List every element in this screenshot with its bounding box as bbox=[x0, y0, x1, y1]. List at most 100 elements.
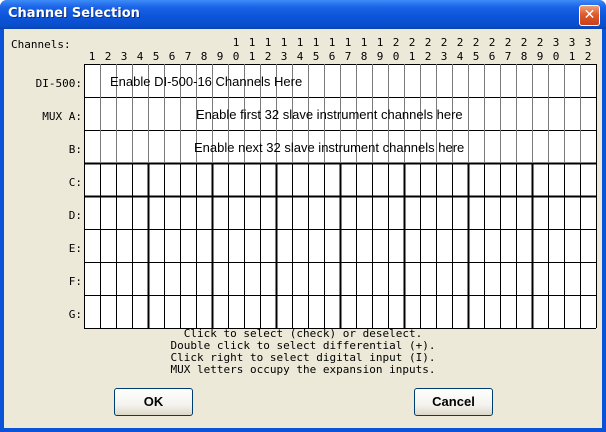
channel-cell[interactable] bbox=[580, 295, 596, 328]
channel-cell[interactable] bbox=[436, 163, 452, 196]
channel-cell[interactable] bbox=[404, 64, 420, 97]
channel-cell[interactable] bbox=[420, 163, 436, 196]
channel-cell[interactable] bbox=[436, 295, 452, 328]
channel-cell[interactable] bbox=[564, 295, 580, 328]
channel-cell[interactable] bbox=[244, 229, 260, 262]
channel-cell[interactable] bbox=[84, 130, 100, 163]
channel-cell[interactable] bbox=[116, 130, 132, 163]
channel-cell[interactable] bbox=[388, 229, 404, 262]
channel-cell[interactable] bbox=[324, 64, 340, 97]
channel-cell[interactable] bbox=[84, 262, 100, 295]
channel-cell[interactable] bbox=[516, 262, 532, 295]
channel-cell[interactable] bbox=[196, 163, 212, 196]
channel-cell[interactable] bbox=[516, 97, 532, 130]
channel-cell[interactable] bbox=[148, 130, 164, 163]
channel-cell[interactable] bbox=[100, 295, 116, 328]
channel-cell[interactable] bbox=[484, 64, 500, 97]
channel-cell[interactable] bbox=[532, 64, 548, 97]
channel-cell[interactable] bbox=[500, 262, 516, 295]
channel-cell[interactable] bbox=[276, 262, 292, 295]
channel-cell[interactable] bbox=[532, 262, 548, 295]
channel-cell[interactable] bbox=[308, 196, 324, 229]
ok-button[interactable]: OK bbox=[114, 388, 193, 416]
channel-cell[interactable] bbox=[164, 163, 180, 196]
channel-cell[interactable] bbox=[532, 229, 548, 262]
channel-cell[interactable] bbox=[372, 163, 388, 196]
channel-cell[interactable] bbox=[180, 262, 196, 295]
channel-cell[interactable] bbox=[452, 196, 468, 229]
channel-cell[interactable] bbox=[212, 262, 228, 295]
channel-cell[interactable] bbox=[276, 196, 292, 229]
channel-cell[interactable] bbox=[404, 163, 420, 196]
channel-cell[interactable] bbox=[84, 64, 100, 97]
channel-cell[interactable] bbox=[180, 97, 196, 130]
channel-cell[interactable] bbox=[500, 130, 516, 163]
channel-cell[interactable] bbox=[372, 64, 388, 97]
channel-cell[interactable] bbox=[260, 295, 276, 328]
channel-cell[interactable] bbox=[116, 97, 132, 130]
channel-cell[interactable] bbox=[164, 229, 180, 262]
channel-cell[interactable] bbox=[580, 229, 596, 262]
channel-cell[interactable] bbox=[324, 229, 340, 262]
channel-cell[interactable] bbox=[532, 97, 548, 130]
channel-cell[interactable] bbox=[84, 229, 100, 262]
channel-cell[interactable] bbox=[132, 262, 148, 295]
channel-cell[interactable] bbox=[500, 97, 516, 130]
channel-cell[interactable] bbox=[468, 163, 484, 196]
channel-cell[interactable] bbox=[84, 295, 100, 328]
channel-cell[interactable] bbox=[148, 229, 164, 262]
channel-cell[interactable] bbox=[388, 262, 404, 295]
channel-cell[interactable] bbox=[212, 229, 228, 262]
channel-cell[interactable] bbox=[244, 196, 260, 229]
channel-cell[interactable] bbox=[324, 196, 340, 229]
channel-cell[interactable] bbox=[276, 229, 292, 262]
channel-cell[interactable] bbox=[180, 196, 196, 229]
channel-cell[interactable] bbox=[308, 64, 324, 97]
channel-cell[interactable] bbox=[116, 295, 132, 328]
channel-cell[interactable] bbox=[116, 163, 132, 196]
channel-cell[interactable] bbox=[180, 295, 196, 328]
channel-cell[interactable] bbox=[148, 262, 164, 295]
channel-cell[interactable] bbox=[132, 163, 148, 196]
channel-cell[interactable] bbox=[100, 163, 116, 196]
channel-cell[interactable] bbox=[404, 196, 420, 229]
channel-cell[interactable] bbox=[260, 196, 276, 229]
channel-cell[interactable] bbox=[372, 295, 388, 328]
channel-cell[interactable] bbox=[436, 229, 452, 262]
channel-cell[interactable] bbox=[292, 295, 308, 328]
channel-cell[interactable] bbox=[388, 295, 404, 328]
channel-cell[interactable] bbox=[148, 196, 164, 229]
channel-cell[interactable] bbox=[212, 295, 228, 328]
channel-cell[interactable] bbox=[276, 163, 292, 196]
title-bar[interactable]: Channel Selection ✕ bbox=[0, 0, 606, 29]
channel-cell[interactable] bbox=[420, 262, 436, 295]
channel-cell[interactable] bbox=[564, 262, 580, 295]
channel-cell[interactable] bbox=[228, 262, 244, 295]
channel-cell[interactable] bbox=[468, 97, 484, 130]
channel-cell[interactable] bbox=[100, 97, 116, 130]
channel-cell[interactable] bbox=[388, 163, 404, 196]
channel-cell[interactable] bbox=[260, 262, 276, 295]
channel-cell[interactable] bbox=[148, 295, 164, 328]
channel-cell[interactable] bbox=[436, 196, 452, 229]
channel-cell[interactable] bbox=[372, 229, 388, 262]
channel-cell[interactable] bbox=[468, 229, 484, 262]
channel-cell[interactable] bbox=[500, 163, 516, 196]
channel-cell[interactable] bbox=[356, 295, 372, 328]
channel-cell[interactable] bbox=[516, 229, 532, 262]
channel-cell[interactable] bbox=[356, 64, 372, 97]
channel-cell[interactable] bbox=[452, 262, 468, 295]
channel-cell[interactable] bbox=[436, 262, 452, 295]
channel-cell[interactable] bbox=[308, 295, 324, 328]
channel-cell[interactable] bbox=[580, 130, 596, 163]
channel-cell[interactable] bbox=[548, 262, 564, 295]
channel-cell[interactable] bbox=[468, 64, 484, 97]
channel-cell[interactable] bbox=[292, 163, 308, 196]
channel-cell[interactable] bbox=[564, 196, 580, 229]
channel-cell[interactable] bbox=[148, 163, 164, 196]
channel-cell[interactable] bbox=[420, 196, 436, 229]
channel-cell[interactable] bbox=[212, 196, 228, 229]
channel-cell[interactable] bbox=[84, 163, 100, 196]
channel-cell[interactable] bbox=[340, 229, 356, 262]
cancel-button[interactable]: Cancel bbox=[414, 388, 493, 416]
